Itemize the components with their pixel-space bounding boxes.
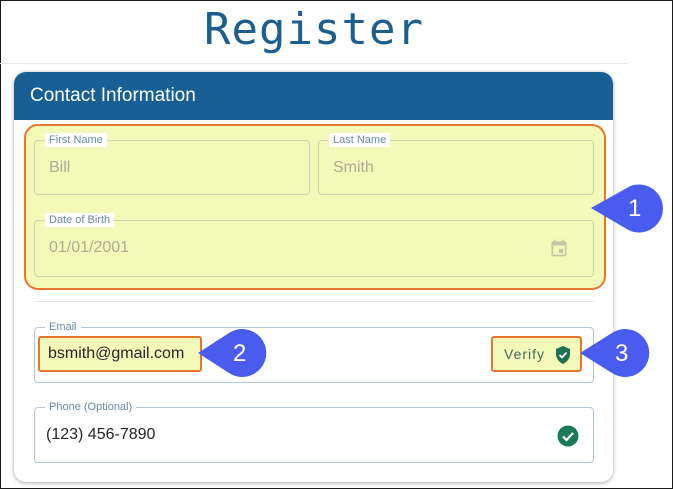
date-of-birth-field[interactable]: Date of Birth 01/01/2001 xyxy=(34,213,594,277)
phone-value: (123) 456-7890 xyxy=(46,426,156,443)
page-title: Register xyxy=(204,4,424,55)
last-name-field[interactable]: Last Name Smith xyxy=(318,133,594,195)
callout-3-number: 3 xyxy=(615,340,629,367)
verify-button[interactable]: Verify xyxy=(491,336,582,372)
calendar-icon[interactable] xyxy=(549,238,569,258)
email-value-highlight: bsmith@gmail.com xyxy=(38,336,202,372)
callout-2-number: 2 xyxy=(233,340,247,367)
last-name-value: Smith xyxy=(333,159,374,176)
title-divider xyxy=(0,63,628,64)
email-value[interactable]: bsmith@gmail.com xyxy=(48,345,184,362)
first-name-field[interactable]: First Name Bill xyxy=(34,133,310,195)
section-divider xyxy=(34,301,594,302)
check-circle-icon xyxy=(557,425,579,447)
shield-check-icon xyxy=(556,346,570,364)
callout-1-number: 1 xyxy=(628,195,642,222)
verify-label: Verify xyxy=(504,346,546,362)
card-header: Contact Information xyxy=(14,72,613,120)
phone-field[interactable]: Phone (Optional) (123) 456-7890 xyxy=(34,400,594,463)
date-of-birth-value: 01/01/2001 xyxy=(49,239,130,256)
first-name-value: Bill xyxy=(49,159,71,176)
email-label: Email xyxy=(45,320,81,334)
